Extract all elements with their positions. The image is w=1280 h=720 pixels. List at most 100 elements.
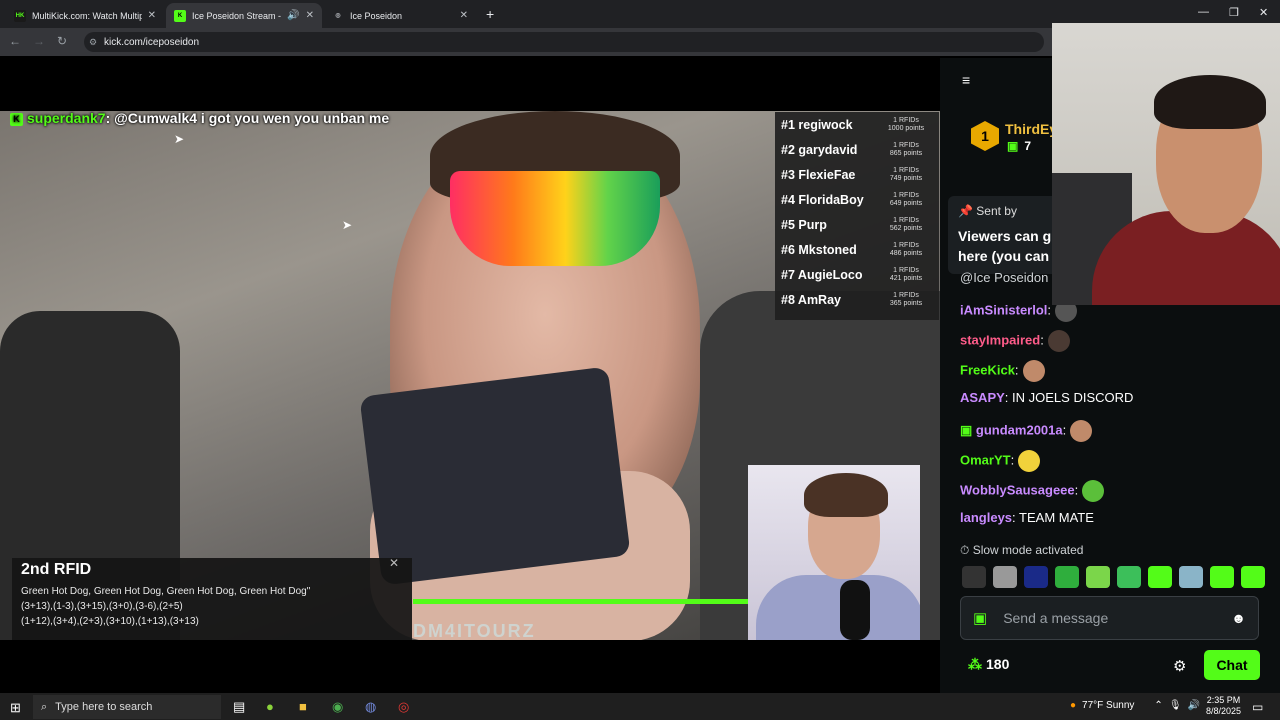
leaderboard-points: 1 RFIDs 365 points (889, 291, 923, 307)
overlay-chat-user: superdank7 (27, 110, 106, 126)
emote-icon (1022, 360, 1045, 382)
chat-username[interactable]: stayImpaired (960, 332, 1040, 347)
rfid-line: Green Hot Dog, Green Hot Dog, Green Hot … (21, 586, 311, 597)
sunglasses (450, 171, 660, 266)
tab-ice-poseidon-stream[interactable]: K Ice Poseidon Stream - Wate 🔊 ✕ (166, 3, 322, 28)
chat-message[interactable]: ASAPY: IN JOELS DISCORD (960, 390, 1133, 405)
tab-multikick[interactable]: HK MultiKick.com: Watch Multiple ✕ (6, 3, 164, 28)
pinned-message[interactable]: 📌 Sent by Viewers can g here (you can (948, 196, 1058, 274)
discord-icon[interactable]: ◍ (365, 699, 376, 715)
chat-username[interactable]: gundam2001a (976, 422, 1063, 437)
speaker-icon[interactable]: 🔊 (287, 10, 299, 21)
site-info-icon[interactable]: ⚙ (89, 37, 97, 48)
emote-icon[interactable] (1148, 566, 1172, 588)
emote-icon[interactable] (1055, 566, 1079, 588)
chat-message[interactable]: FreeKick: (960, 360, 1045, 382)
emote-icon[interactable] (1210, 566, 1234, 588)
notification-icon[interactable]: ▭ (1252, 700, 1263, 714)
tab-close-icon[interactable]: ✕ (148, 10, 156, 21)
chat-username[interactable]: OmarYT (960, 452, 1011, 467)
gift-icon: ▣ (1007, 139, 1019, 153)
chat-message[interactable]: stayImpaired: (960, 330, 1070, 352)
rfid-close-icon[interactable]: ✕ (389, 556, 399, 570)
chrome-icon[interactable]: ◉ (332, 699, 343, 715)
leaderboard-name: #8 AmRay (781, 292, 841, 307)
phone (359, 366, 631, 586)
overlay-green-bar (413, 599, 763, 604)
chat-send-button[interactable]: Chat (1204, 650, 1260, 680)
kick-logo-icon: K (10, 112, 23, 126)
leaderboard-row: #5 Purp 1 RFIDs 562 points (775, 212, 939, 237)
emote-icon[interactable] (993, 566, 1017, 588)
chat-message[interactable]: ▣ gundam2001a: (960, 420, 1093, 442)
leaderboard-points: 1 RFIDs 562 points (889, 216, 923, 232)
file-explorer-icon[interactable]: ■ (299, 699, 307, 714)
url-text: kick.com/iceposeidon (104, 36, 200, 48)
task-view-icon[interactable]: ▤ (233, 699, 245, 715)
chat-username[interactable]: WobblySausageee (960, 482, 1075, 497)
rfid-line: (3+13),(1-3),(3+15),(3+0),(3-6),(2+5) (21, 601, 183, 612)
chat-colon: : (1010, 452, 1015, 468)
taskbar-search[interactable]: ⌕ Type here to search (33, 695, 221, 719)
leaderboard-row: #7 AugieLoco 1 RFIDs 421 points (775, 262, 939, 287)
tab-close-icon[interactable]: ✕ (306, 10, 314, 21)
emote-icon[interactable] (1086, 566, 1110, 588)
emoji-picker-icon[interactable]: ☻ (1231, 610, 1246, 626)
emote-icon (1070, 420, 1093, 442)
slow-mode-notice: ⏱ Slow mode activated (960, 543, 1084, 557)
chat-username[interactable]: ASAPY (960, 390, 1005, 405)
send-message-input[interactable] (1003, 610, 1232, 626)
leaderboard-points: 1 RFIDs 749 points (889, 166, 923, 182)
forward-arrow-icon[interactable]: → (33, 34, 45, 48)
rfid-title: 2nd RFID (21, 561, 92, 578)
chat-settings-gear-icon[interactable]: ⚙ (1173, 657, 1186, 675)
search-icon: ⌕ (41, 700, 48, 713)
tab-ice-poseidon[interactable]: ◎ Ice Poseidon ✕ (324, 3, 476, 28)
emote-icon[interactable] (1179, 566, 1203, 588)
url-bar[interactable]: ⚙ kick.com/iceposeidon (84, 32, 1044, 52)
chat-username[interactable]: FreeKick (960, 362, 1015, 377)
chevron-up-icon[interactable]: ⌃ (1154, 700, 1162, 711)
weather-text[interactable]: 77°F Sunny (1082, 700, 1134, 711)
collapse-chat-icon[interactable]: ≡ (962, 72, 970, 88)
chat-colon: : (1074, 482, 1079, 498)
close-window-button[interactable]: ✕ (1259, 6, 1268, 19)
app-icon[interactable]: ● (266, 699, 274, 714)
overlay-banner-text: DM4ITOURZ (413, 621, 536, 640)
emote-icon[interactable] (1024, 566, 1048, 588)
volume-icon[interactable]: 🔊 (1188, 700, 1200, 711)
streamer-webcam (748, 465, 920, 640)
leaderboard-row: 1 RFIDs (775, 312, 939, 320)
leaderboard-row: #1 regiwock 1 RFIDs 1000 points (775, 112, 939, 137)
gift-icon[interactable]: ▣ (973, 609, 987, 627)
emote-icon[interactable] (1117, 566, 1141, 588)
channel-points[interactable]: ⁂ 180 (968, 656, 1009, 673)
chat-username[interactable]: langleys (960, 510, 1012, 525)
app-icon[interactable]: ◎ (398, 699, 409, 715)
chat-message[interactable]: langleys: TEAM MATE (960, 510, 1094, 525)
windows-start-icon[interactable]: ⊞ (10, 700, 21, 716)
restore-button[interactable]: ❐ (1229, 6, 1239, 19)
chat-username[interactable]: iAmSinisterlol (960, 302, 1047, 317)
new-tab-button[interactable]: + (486, 6, 494, 22)
leaderboard-name: #6 Mkstoned (781, 242, 857, 257)
microphone-icon[interactable]: 🎙 (1169, 700, 1182, 711)
pinned-text: Viewers can g (958, 228, 1052, 244)
chat-message[interactable]: OmarYT: (960, 450, 1041, 472)
chat-body: TEAM MATE (1015, 510, 1094, 525)
points-icon: ⁂ (968, 656, 982, 672)
leaderboard-name: #4 FloridaBoy (781, 192, 864, 207)
chat-message[interactable]: WobblySausageee: (960, 480, 1105, 502)
minimize-button[interactable]: — (1198, 6, 1209, 18)
chat-input-box[interactable]: ▣ ☻ (960, 596, 1259, 640)
top-gifter-name[interactable]: ThirdEy (1005, 121, 1057, 137)
taskbar-clock[interactable]: 2:35 PM 8/8/2025 (1206, 695, 1241, 717)
emote-icon[interactable] (1241, 566, 1265, 588)
leaderboard-name: #5 Purp (781, 217, 827, 232)
emote-icon[interactable] (962, 566, 986, 588)
tab-close-icon[interactable]: ✕ (460, 10, 468, 21)
video-chat-overlay: Ksuperdank7: @Cumwalk4 i got you wen you… (10, 107, 390, 129)
reload-icon[interactable]: ↻ (57, 34, 67, 48)
tab-title: MultiKick.com: Watch Multiple (32, 10, 142, 21)
back-arrow-icon[interactable]: ← (9, 34, 21, 48)
